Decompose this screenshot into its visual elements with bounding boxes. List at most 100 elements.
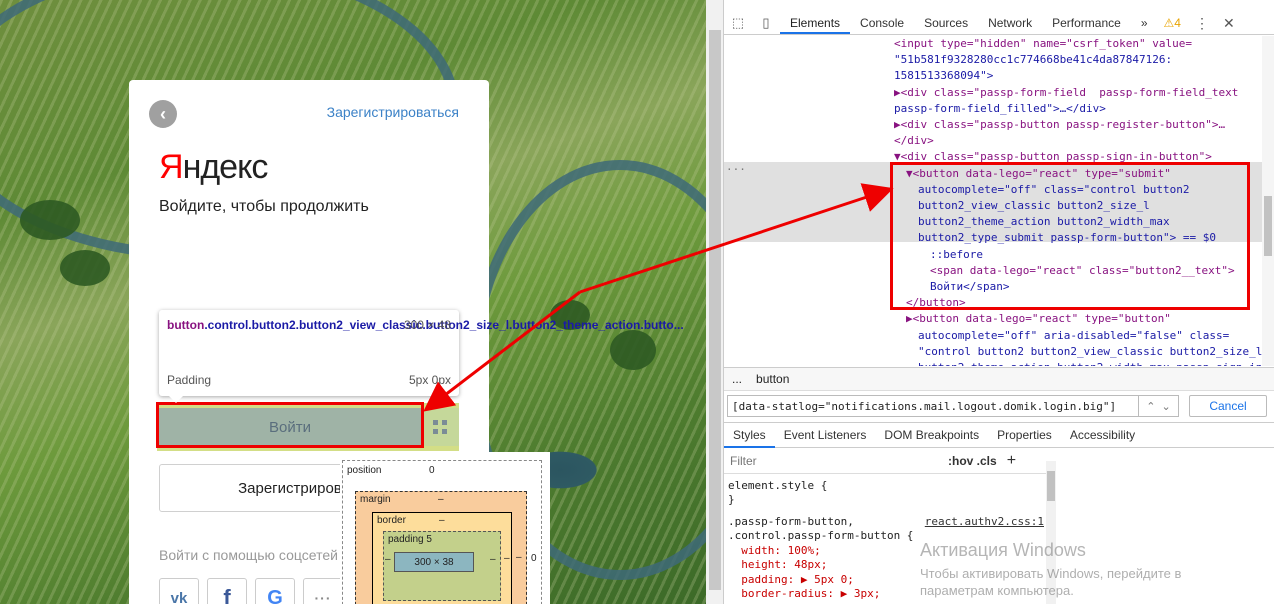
hov-cls-toggle[interactable]: :hov .cls	[948, 454, 997, 468]
forest-patch	[610, 330, 656, 370]
dom-node-line[interactable]: "control button2 button2_view_classic bu…	[918, 344, 1262, 360]
tab-elements[interactable]: Elements	[780, 12, 851, 34]
styles-tab-bar: Styles Event Listeners DOM Breakpoints P…	[724, 422, 1274, 448]
margin-label: margin	[360, 494, 391, 505]
windows-activation-title: Активация Windows	[920, 540, 1086, 560]
vk-login-button[interactable]: vk	[159, 578, 199, 604]
tab-event-listeners[interactable]: Event Listeners	[775, 423, 876, 448]
tab-accessibility[interactable]: Accessibility	[1061, 423, 1144, 448]
add-rule-icon[interactable]: +	[1007, 452, 1016, 470]
dom-node-line[interactable]: ▶<div class="passp-form-field passp-form…	[894, 85, 1238, 101]
elements-tree: ··· <input type="hidden" name="csrf_toke…	[724, 36, 1262, 366]
more-icon: ···	[314, 590, 332, 604]
dom-node-line[interactable]: button2_theme_action button2_width_max p…	[918, 360, 1262, 366]
social-buttons: vk f G ···	[159, 578, 343, 604]
styles-scrollbar-thumb[interactable]	[1047, 471, 1055, 501]
yandex-logo: Яндекс	[159, 148, 269, 187]
padding-right-value: –	[490, 554, 496, 565]
social-login-label: Войти с помощью соцсетей	[159, 547, 338, 563]
style-line: .control.passp-form-button {	[728, 529, 914, 542]
sign-in-button[interactable]: Войти	[157, 403, 459, 451]
warnings-count: 4	[1174, 16, 1181, 30]
tab-properties[interactable]: Properties	[988, 423, 1061, 448]
tab-dom-breakpoints[interactable]: DOM Breakpoints	[875, 423, 988, 448]
forest-patch	[60, 250, 110, 286]
tooltip-selector: button.control.button2.button2_view_clas…	[167, 317, 684, 334]
dom-search-input[interactable]	[727, 395, 1139, 417]
margin-value: –	[438, 494, 444, 505]
logo-first-letter: Я	[159, 148, 184, 186]
back-button[interactable]: ‹	[149, 100, 177, 128]
tooltip-padding-label: Padding	[167, 373, 212, 387]
style-property[interactable]: padding: ▶ 5px 0;	[728, 573, 854, 588]
tab-performance[interactable]: Performance	[1042, 12, 1131, 34]
activation-line-2: параметрам компьютера.	[920, 583, 1074, 598]
tab-console[interactable]: Console	[850, 12, 914, 34]
style-property[interactable]: border-radius: ▶ 3px;	[728, 587, 880, 602]
dom-search-bar: ⌃⌄ Cancel	[724, 392, 1274, 420]
dom-node-line[interactable]: ▶<div class="passp-button passp-register…	[894, 117, 1225, 133]
chevron-down-icon[interactable]: ⌄	[1162, 400, 1171, 413]
box-model-content: 300 × 38	[394, 552, 474, 572]
warning-icon: ⚠	[1163, 16, 1175, 30]
register-link[interactable]: Зарегистрироваться	[327, 104, 459, 120]
box-model-position: position 0 margin – border – padding 5 –…	[342, 460, 542, 604]
border-right-value: –	[504, 553, 510, 564]
inspect-element-icon[interactable]: ⬚	[724, 12, 752, 34]
tab-network[interactable]: Network	[978, 12, 1042, 34]
cancel-search-button[interactable]: Cancel	[1189, 395, 1267, 417]
tooltip-size: 300 × 48	[403, 318, 451, 332]
style-property[interactable]: width: 100%;	[728, 544, 820, 559]
google-login-button[interactable]: G	[255, 578, 295, 604]
dom-node-line[interactable]: autocomplete="off" aria-disabled="false"…	[918, 328, 1229, 344]
padding-left-value: –	[385, 554, 391, 565]
styles-filter-row: :hov .cls +	[724, 449, 1056, 474]
kebab-menu-icon[interactable]: ⋮	[1195, 15, 1209, 32]
breadcrumb: ... button	[724, 367, 1274, 391]
dom-node-line[interactable]: <input type="hidden" name="csrf_token" v…	[894, 36, 1192, 52]
windows-activation-text: Чтобы активировать Windows, перейдите в п…	[920, 565, 1181, 599]
style-source-link[interactable]: react.authv2.css:1	[925, 515, 1044, 528]
qr-code-icon[interactable]	[433, 420, 447, 434]
elements-scrollbar[interactable]	[1262, 36, 1274, 366]
position-label: position	[347, 465, 382, 476]
tab-styles[interactable]: Styles	[724, 423, 775, 448]
devtools-tab-bar: ⬚ ▯ Elements Console Sources Network Per…	[724, 12, 1274, 35]
forest-patch	[20, 200, 80, 240]
border-label: border	[377, 515, 406, 526]
box-model-padding: padding 5 – 300 × 38 –	[383, 531, 501, 601]
box-model-diagram: position 0 margin – border – padding 5 –…	[340, 452, 550, 604]
tooltip-tag: button	[167, 318, 205, 332]
style-line: element.style {	[728, 479, 828, 492]
breadcrumb-item[interactable]: button	[756, 372, 789, 386]
dom-node-line[interactable]: ▶<button data-lego="react" type="button"	[906, 311, 1171, 327]
styles-filter-input[interactable]	[730, 454, 940, 468]
close-icon[interactable]: ✕	[1223, 15, 1235, 32]
search-nav-buttons[interactable]: ⌃ ⌄	[1139, 395, 1179, 417]
page-scrollbar-thumb[interactable]	[709, 30, 721, 590]
device-toolbar-icon[interactable]: ▯	[752, 12, 780, 34]
chevron-up-icon[interactable]: ⌃	[1146, 400, 1155, 413]
dom-node-line[interactable]: passp-form-field_filled">…</div>	[894, 101, 1106, 117]
warnings-badge[interactable]: ⚠4	[1164, 16, 1181, 30]
dom-node-line[interactable]: 1581513368094">	[894, 68, 993, 84]
logo-rest: ндекс	[182, 148, 269, 186]
breadcrumb-ellipsis[interactable]: ...	[732, 372, 742, 386]
activation-line-1: Чтобы активировать Windows, перейдите в	[920, 566, 1182, 581]
more-tabs-button[interactable]: »	[1131, 12, 1158, 34]
dom-node-line[interactable]: "51b581f9328280cc1c774668be41c4da8784712…	[894, 52, 1172, 68]
page-scrollbar[interactable]	[706, 0, 724, 604]
tab-sources[interactable]: Sources	[914, 12, 978, 34]
dom-node-line[interactable]: </div>	[894, 133, 934, 149]
google-icon: G	[267, 586, 283, 604]
devtools-panel: ⬚ ▯ Elements Console Sources Network Per…	[724, 0, 1274, 604]
padding-label: padding 5	[388, 534, 432, 545]
facebook-icon: f	[223, 585, 231, 604]
node-ellipsis[interactable]: ···	[726, 162, 746, 178]
style-property[interactable]: height: 48px;	[728, 558, 827, 573]
elements-scrollbar-thumb[interactable]	[1264, 196, 1272, 256]
border-value: –	[439, 515, 445, 526]
tooltip-padding-value: 5px 0px	[408, 373, 451, 387]
facebook-login-button[interactable]: f	[207, 578, 247, 604]
more-social-button[interactable]: ···	[303, 578, 343, 604]
